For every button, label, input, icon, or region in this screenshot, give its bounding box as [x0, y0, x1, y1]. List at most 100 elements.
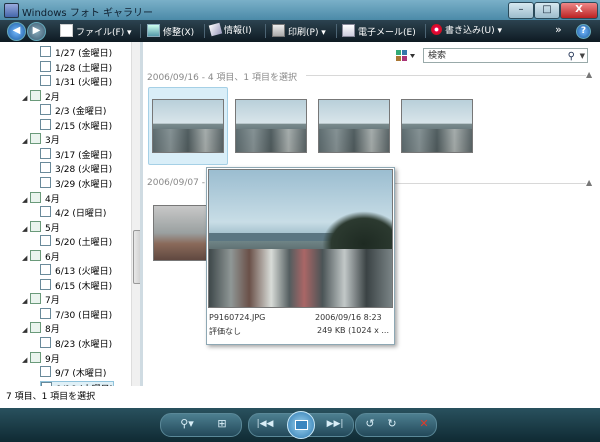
rotate-right-button[interactable]: ↻ — [384, 417, 400, 431]
expand-triangle-icon[interactable]: ◢ — [22, 223, 30, 236]
calendar-icon — [30, 191, 41, 203]
chevron-down-icon[interactable]: ▼ — [580, 49, 585, 64]
main-toolbar: ◀ ▶ ファイル(F) ▾ 修整(X) 情報(I) 印刷(P) ▾ 電子メール(… — [0, 20, 600, 42]
calendar-icon — [40, 147, 51, 159]
rotate-left-button[interactable]: ↺ — [362, 417, 378, 431]
zoom-button[interactable]: ⚲▾ — [176, 417, 198, 431]
photo-gallery-window: Windows フォト ギャラリー – □ X ◀ ▶ ファイル(F) ▾ 修整… — [0, 0, 600, 442]
calendar-icon — [30, 293, 41, 305]
title-bar: Windows フォト ギャラリー – □ X — [0, 0, 600, 20]
status-bar-text: 7 項目、1 項目を選択 — [0, 386, 143, 408]
tree-day-item[interactable]: 2/15 (水曜日) — [40, 118, 112, 132]
tree-day-item[interactable]: 6/15 (木曜日) — [40, 278, 112, 292]
photo-thumbnail[interactable] — [235, 99, 307, 153]
tree-month-item[interactable]: ◢ 2月 — [22, 89, 60, 105]
back-button[interactable]: ◀ — [7, 22, 26, 41]
tree-day-item[interactable]: 1/31 (火曜日) — [40, 75, 112, 88]
burn-menu[interactable]: 書き込み(U) ▾ — [431, 24, 502, 38]
calendar-icon — [40, 337, 51, 348]
tree-item-label: 7/30 (日曜日) — [55, 310, 113, 321]
tree-item-label: 5/20 (土曜日) — [55, 238, 113, 249]
info-tag-icon — [208, 22, 223, 37]
tree-item-label: 9月 — [45, 354, 60, 365]
tree-month-item[interactable]: ◢ 8月 — [22, 322, 60, 335]
tree-month-item[interactable]: ◢ 5月 — [22, 220, 60, 236]
next-button[interactable]: ▶▶| — [322, 417, 348, 431]
forward-button[interactable]: ▶ — [27, 22, 46, 41]
close-button[interactable]: X — [560, 2, 598, 19]
app-icon — [4, 3, 19, 18]
photo-thumbnail[interactable] — [152, 99, 224, 153]
info-button[interactable]: 情報(I) — [208, 22, 252, 38]
calendar-icon — [40, 104, 51, 116]
photo-thumbnail[interactable] — [318, 99, 390, 153]
fix-label: 修整(X) — [163, 28, 195, 38]
expand-triangle-icon[interactable]: ◢ — [22, 354, 30, 367]
maximize-button[interactable]: □ — [534, 2, 560, 19]
search-input[interactable]: 検索 ⚲ ▼ — [423, 48, 588, 63]
calendar-icon — [40, 235, 51, 247]
fix-button[interactable]: 修整(X) — [147, 24, 194, 38]
help-button[interactable]: ? — [576, 24, 591, 39]
tree-day-item[interactable]: 9/7 (木曜日) — [40, 366, 106, 379]
tree-day-item[interactable]: 1/27 (金曜日) — [40, 46, 112, 59]
collapse-icon[interactable]: ▲ — [586, 178, 592, 187]
tree-month-item[interactable]: ◢ 6月 — [22, 249, 60, 265]
previous-button[interactable]: |◀◀ — [252, 417, 278, 431]
tree-day-item[interactable]: 2/3 (金曜日) — [40, 104, 106, 117]
expand-triangle-icon[interactable]: ◢ — [22, 252, 30, 265]
photo-thumbnail[interactable] — [153, 205, 211, 261]
preview-size: 249 KB (1024 x ... — [317, 326, 390, 335]
bottom-control-bar: ⚲▾ ⊞ |◀◀ ▶▶| ↺ ↻ ✕ — [0, 408, 600, 442]
calendar-icon — [40, 162, 51, 174]
collapse-icon[interactable]: ▲ — [586, 70, 592, 79]
tree-day-item[interactable]: 5/20 (土曜日) — [40, 235, 112, 248]
expand-triangle-icon[interactable]: ◢ — [22, 295, 30, 308]
slideshow-button[interactable] — [287, 411, 315, 439]
print-menu[interactable]: 印刷(P) ▾ — [272, 24, 326, 38]
tree-item-label: 1/28 (土曜日) — [55, 63, 113, 74]
expand-triangle-icon[interactable]: ◢ — [22, 194, 30, 207]
tree-day-item[interactable]: 8/23 (水曜日) — [40, 337, 112, 350]
tree-day-item[interactable]: 3/17 (金曜日) — [40, 147, 113, 161]
tree-item-label: 3/17 (金曜日) — [55, 150, 113, 161]
expand-triangle-icon[interactable]: ◢ — [22, 135, 30, 148]
toolbar-divider — [425, 24, 426, 38]
gallery-grid-button[interactable]: ⊞ — [214, 417, 230, 431]
calendar-icon — [40, 206, 51, 218]
printer-icon — [272, 24, 285, 37]
minimize-button[interactable]: – — [508, 2, 534, 19]
email-button[interactable]: 電子メール(E) — [342, 24, 416, 38]
tree-day-item[interactable]: 4/2 (日曜日) — [40, 206, 106, 219]
more-button[interactable]: » — [555, 23, 562, 37]
calendar-icon — [40, 75, 51, 87]
delete-button[interactable]: ✕ — [416, 417, 432, 431]
tree-day-item[interactable]: 6/13 (火曜日) — [40, 264, 112, 277]
tree-day-item[interactable]: 7/30 (日曜日) — [40, 307, 113, 321]
calendar-icon — [30, 89, 41, 101]
tree-month-item[interactable]: ◢ 4月 — [22, 191, 60, 207]
tree-day-item[interactable]: 3/29 (水曜日) — [40, 176, 112, 190]
calendar-icon — [30, 220, 41, 232]
tree-item-label: 3月 — [45, 136, 60, 147]
file-menu[interactable]: ファイル(F) ▾ — [60, 24, 132, 38]
tree-day-item[interactable]: 1/28 (土曜日) — [40, 60, 113, 74]
calendar-icon — [40, 60, 51, 72]
expand-triangle-icon[interactable]: ◢ — [22, 92, 30, 105]
calendar-icon — [30, 351, 41, 363]
tree-day-item[interactable]: 3/28 (火曜日) — [40, 162, 112, 175]
tree-item-label: 4月 — [45, 194, 60, 205]
tree-month-item[interactable]: ◢ 9月 — [22, 351, 60, 367]
photo-thumbnail[interactable] — [401, 99, 473, 153]
tree-item-label: 2/3 (金曜日) — [55, 107, 107, 118]
calendar-icon — [40, 264, 51, 276]
tree-item-label: 9/7 (木曜日) — [55, 369, 107, 380]
tree-item-label: 4/2 (日曜日) — [55, 209, 107, 220]
search-icon: ⚲ — [567, 51, 575, 62]
expand-triangle-icon[interactable]: ◢ — [22, 324, 30, 337]
group-divider — [306, 75, 586, 76]
tree-month-item[interactable]: ◢ 7月 — [22, 293, 60, 306]
tree-month-item[interactable]: ◢ 3月 — [22, 133, 60, 146]
view-options-icon[interactable] — [396, 50, 415, 62]
thumbnail-pane: 検索 ⚲ ▼ 2006/09/16 - 4 項目、1 項目を選択 ▲ 2006/… — [143, 42, 600, 408]
